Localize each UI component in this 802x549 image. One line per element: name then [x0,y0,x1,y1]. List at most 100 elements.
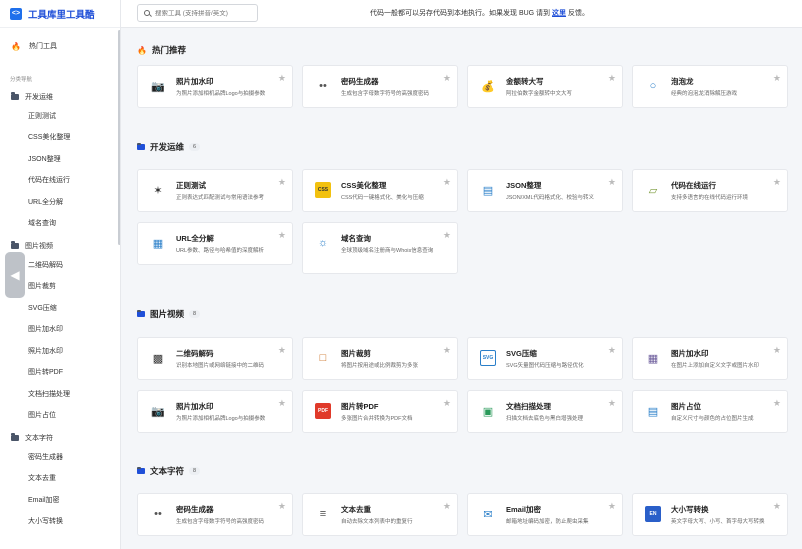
sidebar-scrollbar[interactable] [118,30,120,245]
section-title-text: 图片视频 [150,309,185,319]
sidebar-item[interactable]: 文本去重 [0,468,120,490]
tool-card[interactable]: 📷 照片加水印 为照片添加相机品牌Logo与拍摄参数 ★ [137,65,293,108]
app-logo[interactable]: <> 工具库里工具酷 [0,0,120,28]
dedupe-icon: ≡ [319,508,327,520]
collapse-sidebar-button[interactable]: ◀ [5,252,25,298]
email-icon: ✉ [483,508,493,521]
sidebar-item[interactable]: 图片加水印 [0,319,120,341]
sidebar-item-hot[interactable]: 🔥 热门工具 [0,37,120,55]
sidebar-item[interactable]: URL全分解 [0,191,120,213]
tool-card[interactable]: •• 密码生成器 生成包含字母数字符号的高强度密码 ★ [137,493,293,536]
star-icon[interactable]: ★ [443,73,451,84]
star-icon[interactable]: ★ [608,177,616,188]
search-box[interactable] [137,4,258,22]
star-icon[interactable]: ★ [773,345,781,356]
tool-card-desc: 自定义尺寸与颜色的占位图片生成 [671,416,754,422]
star-icon[interactable]: ★ [443,398,451,409]
sidebar-group-dev[interactable]: 开发运维 [0,88,120,105]
money-bag-icon: 💰 [481,80,495,93]
star-icon[interactable]: ★ [278,177,286,188]
tool-card-desc: CSS代码一键格式化、美化与压缩 [341,195,424,201]
tool-card[interactable]: 💰 金额转大写 阿拉伯数字金额转中文大写 ★ [467,65,623,108]
tool-card[interactable]: ○ 泡泡龙 经典的泡泡龙消除解压游戏 ★ [632,65,788,108]
sidebar-item[interactable]: 代码在线运行 [0,170,120,192]
tool-card[interactable]: ▦ URL全分解 URL参数、路径与哈希值的深度解析 ★ [137,222,293,265]
tool-card[interactable]: ▱ 代码在线运行 支持多语言的在线代码运行环境 ★ [632,169,788,212]
sidebar-item[interactable]: Email加密 [0,489,120,511]
sidebar-item[interactable]: CSS美化整理 [0,127,120,149]
flame-icon: 🔥 [137,45,147,55]
tool-card[interactable]: EN 大小写转换 英文字母大写、小写、首字母大写转换 ★ [632,493,788,536]
star-icon[interactable]: ★ [608,501,616,512]
tool-card-title: 图片占位 [671,402,701,411]
search-input[interactable] [155,9,255,17]
tool-card[interactable]: PDF 图片转PDF 多张图片合并转换为PDF文档 ★ [302,390,458,433]
sidebar-group-text[interactable]: 文本字符 [0,429,120,446]
css-icon: CSS [315,182,331,198]
star-icon[interactable]: ★ [443,230,451,241]
tool-card[interactable]: ✶ 正则测试 正则表达式匹配测试与常用语法参考 ★ [137,169,293,212]
sidebar-item[interactable]: 密码生成器 [0,446,120,468]
section-title-dev: 开发运维 6 [137,141,201,153]
star-icon[interactable]: ★ [608,345,616,356]
star-icon[interactable]: ★ [773,501,781,512]
tool-card[interactable]: ✉ Email加密 邮箱地址编码加密，防止爬虫采集 ★ [467,493,623,536]
sidebar-group-label: 文本字符 [25,434,53,442]
sidebar-item[interactable]: JSON整理 [0,148,120,170]
star-icon[interactable]: ★ [443,177,451,188]
tool-card[interactable]: □ 图片裁剪 将图片按用途或比例裁剪为多张 ★ [302,337,458,380]
bubble-icon: ○ [649,80,657,92]
tool-card-title: 泡泡龙 [671,77,694,86]
star-icon[interactable]: ★ [278,230,286,241]
star-icon[interactable]: ★ [278,73,286,84]
tool-card-desc: 将图片按用途或比例裁剪为多张 [341,363,419,369]
star-icon[interactable]: ★ [773,398,781,409]
star-icon[interactable]: ★ [278,501,286,512]
tool-card-desc: 支持多语言的在线代码运行环境 [671,195,749,201]
tool-card[interactable]: ▤ JSON整理 JSON/XML代码格式化、校验与转义 ★ [467,169,623,212]
star-icon[interactable]: ★ [443,345,451,356]
sidebar-item[interactable]: 图片占位 [0,405,120,427]
tool-card-desc: 全球顶级域名注册商与Whois信息查询 [341,248,434,254]
sidebar-item[interactable]: 正则测试 [0,105,120,127]
tool-card-desc: 英文字母大写、小写、首字母大写转换 [671,519,765,525]
star-icon[interactable]: ★ [278,345,286,356]
sidebar-item[interactable]: 域名查询 [0,213,120,235]
tool-card[interactable]: ▩ 二维码解码 识别本地图片或网络链接中的二维码 ★ [137,337,293,380]
star-icon[interactable]: ★ [278,398,286,409]
tool-card[interactable]: CSS CSS美化整理 CSS代码一键格式化、美化与压缩 ★ [302,169,458,212]
section-title-text-tools: 文本字符 8 [137,465,201,477]
tool-card[interactable]: ▤ 图片占位 自定义尺寸与颜色的占位图片生成 ★ [632,390,788,433]
tool-card[interactable]: ▣ 文档扫描处理 扫描文档去底色与黑白增强处理 ★ [467,390,623,433]
tool-card[interactable]: 📷 照片加水印 为照片添加相机品牌Logo与拍摄参数 ★ [137,390,293,433]
tool-card[interactable]: ▦ 图片加水印 在图片上添加自定义文字或图片水印 ★ [632,337,788,380]
password-icon: •• [319,80,327,92]
star-icon[interactable]: ★ [773,177,781,188]
star-icon[interactable]: ★ [443,501,451,512]
star-icon[interactable]: ★ [608,73,616,84]
feedback-link[interactable]: 这里 [552,10,566,17]
sidebar-item[interactable]: 文档扫描处理 [0,383,120,405]
code-run-icon: ▱ [648,184,658,197]
sidebar-item[interactable]: 大小写转换 [0,511,120,533]
sidebar-item[interactable]: 图片转PDF [0,362,120,384]
qrcode-icon: ▩ [152,352,164,365]
tool-card[interactable]: ≡ 文本去重 自动去除文本列表中的重复行 ★ [302,493,458,536]
tool-card-desc: 自动去除文本列表中的重复行 [341,519,413,525]
svg-icon: SVG [480,350,496,366]
star-icon[interactable]: ★ [773,73,781,84]
sidebar-group-label: 图片视频 [25,242,53,250]
domain-icon: ☼ [317,237,329,249]
image-watermark-icon: ▦ [647,352,659,365]
star-icon[interactable]: ★ [608,398,616,409]
sidebar-item[interactable]: 照片加水印 [0,340,120,362]
section-count-badge: 8 [189,310,201,318]
tool-card-desc: 经典的泡泡龙消除解压游戏 [671,91,738,97]
tool-card[interactable]: SVG SVG压缩 SVG矢量图代码压缩与路径优化 ★ [467,337,623,380]
tool-card-title: 图片转PDF [341,402,379,411]
tool-card[interactable]: ☼ 域名查询 全球顶级域名注册商与Whois信息查询 ★ [302,222,458,274]
sidebar-item[interactable]: SVG压缩 [0,297,120,319]
section-count-badge: 8 [189,467,201,475]
tool-card[interactable]: •• 密码生成器 生成包含字母数字符号的高强度密码 ★ [302,65,458,108]
tool-card-desc: 扫描文档去底色与黑白增强处理 [506,416,584,422]
